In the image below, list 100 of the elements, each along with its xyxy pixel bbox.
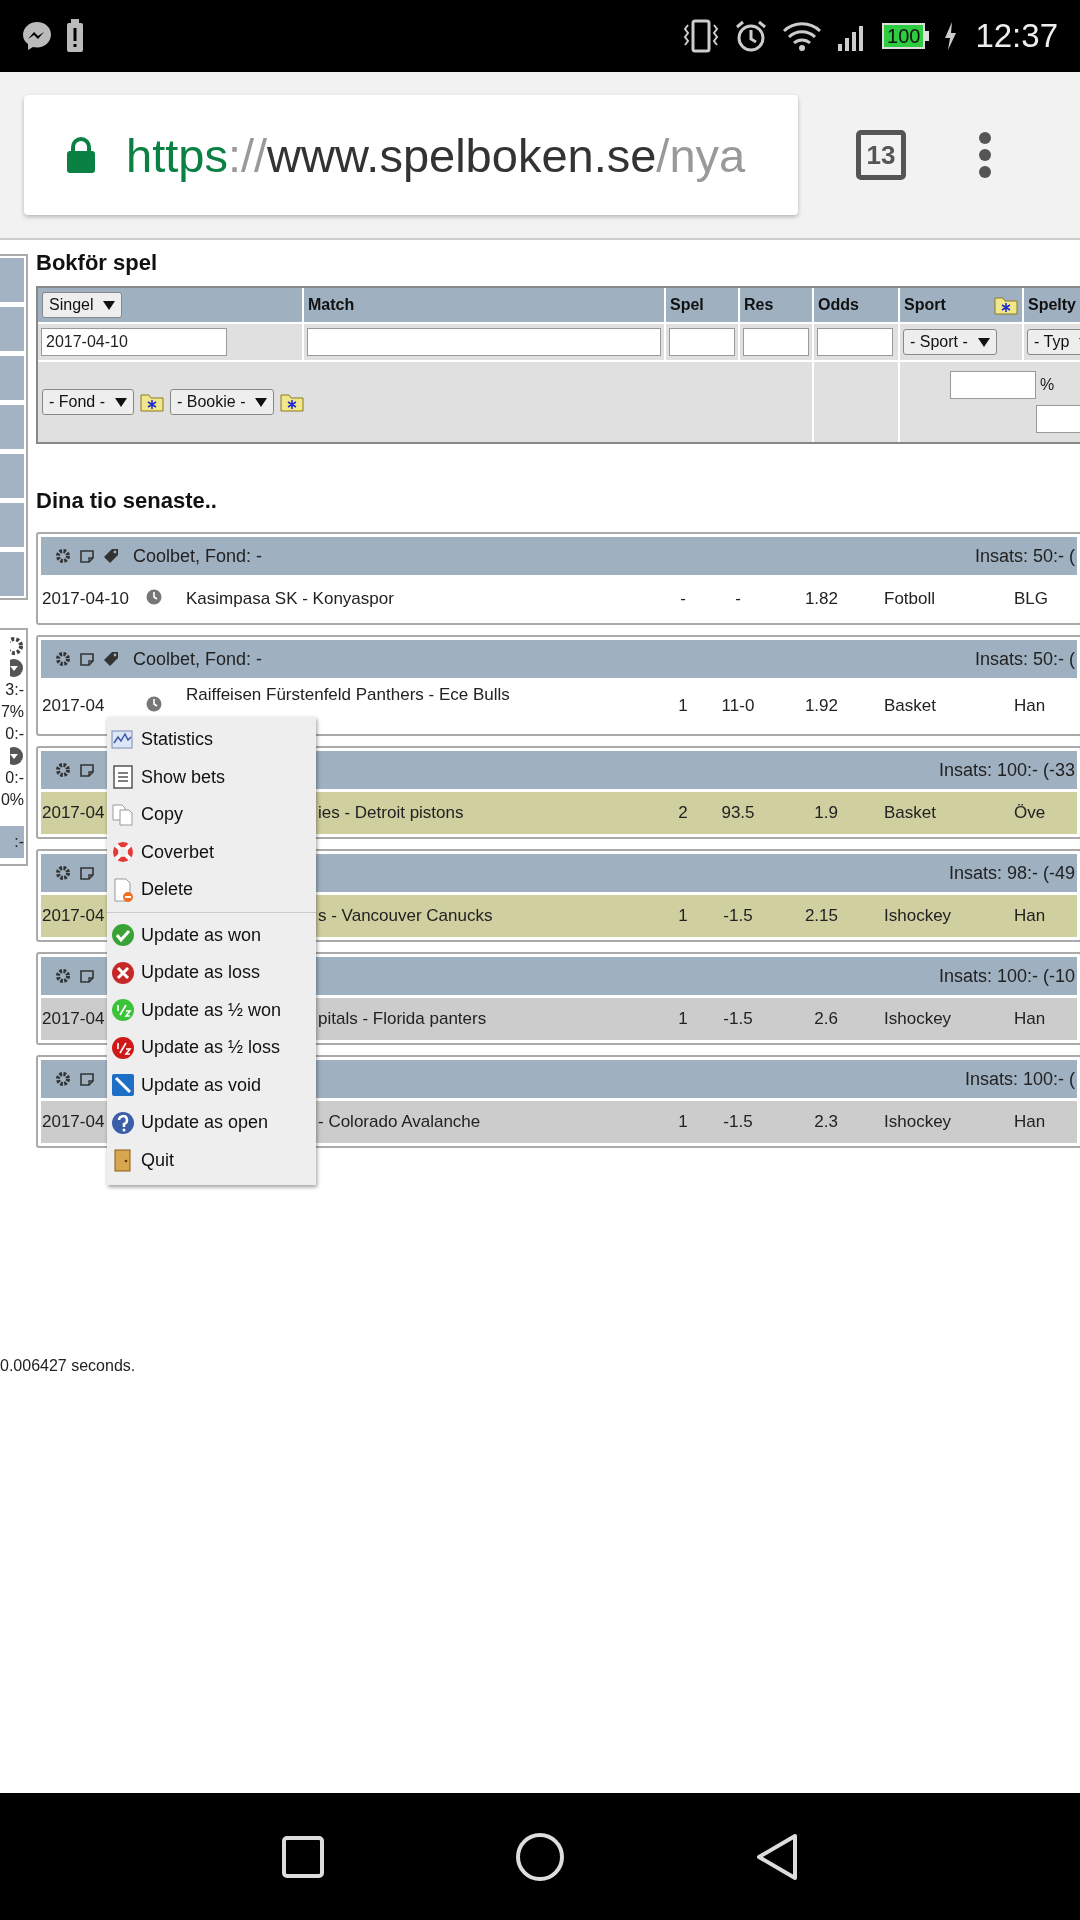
note-icon[interactable] — [79, 865, 95, 881]
result-text: - — [735, 589, 741, 609]
side-value: 0% — [0, 790, 24, 810]
section-title: Dina tio senaste.. — [36, 488, 218, 514]
stake-text: Insats: 50:- ( — [974, 648, 1075, 670]
sport-text: Ishockey — [884, 1009, 952, 1029]
match-text: ies - Detroit pistons — [318, 803, 464, 823]
address-bar[interactable]: https://www.spelboken.se/nya — [24, 95, 798, 215]
wifi-icon — [782, 20, 823, 52]
result-text: -1.5 — [723, 906, 753, 926]
type-dropdown[interactable]: - Typ — [1027, 329, 1080, 355]
note-icon[interactable] — [79, 762, 95, 778]
sport-text: Basket — [884, 696, 936, 716]
percent-label: % — [1040, 376, 1055, 394]
menu-item[interactable]: Coverbet — [107, 833, 316, 871]
home-icon[interactable] — [515, 1831, 565, 1882]
gear-icon[interactable] — [55, 1071, 71, 1087]
back-icon[interactable] — [755, 1832, 799, 1881]
menu-item[interactable]: Update as won — [107, 916, 316, 954]
bet-type-text: Han — [1014, 1009, 1046, 1029]
match-text: pitals - Florida panters — [318, 1009, 487, 1029]
bet-kind-dropdown[interactable]: Singel — [42, 292, 123, 318]
bookie-dropdown[interactable]: - Bookie - — [170, 389, 275, 415]
folder-icon[interactable] — [994, 295, 1018, 315]
menu-item[interactable]: Update as ½ loss — [107, 1029, 316, 1067]
match-text: Kasimpasa SK - Konyaspor — [186, 589, 394, 609]
vibrate-icon — [682, 19, 721, 53]
gear-icon[interactable] — [55, 865, 71, 881]
stake-text: Insats: 100:- (-10 — [938, 965, 1075, 987]
pick-text: 1 — [678, 1112, 688, 1132]
timing-text: 0.006427 seconds. — [0, 1357, 136, 1375]
folder-icon[interactable] — [280, 392, 305, 412]
gear-icon[interactable] — [55, 968, 71, 984]
match-text: s - Vancouver Canucks — [318, 906, 493, 926]
note-icon[interactable] — [79, 968, 95, 984]
menu-item[interactable]: Update as ½ won — [107, 991, 316, 1029]
cross-icon — [111, 960, 135, 985]
match-text: Raiffeisen Fürstenfeld Panthers - Ece Bulls — [186, 684, 510, 705]
text-field[interactable] — [669, 328, 735, 356]
stake-text: Insats: 100:- (-33 — [938, 759, 1075, 781]
gear-icon[interactable] — [55, 651, 71, 667]
date-text: 2017-04 — [42, 696, 105, 716]
menu-item[interactable]: Statistics — [107, 721, 316, 759]
fund-dropdown[interactable]: - Fond - — [42, 389, 134, 415]
menu-item[interactable]: Update as void — [107, 1066, 316, 1104]
side-value: :- — [0, 826, 24, 858]
gear-icon — [10, 636, 24, 656]
result-text: -1.5 — [723, 1009, 753, 1029]
note-icon[interactable] — [79, 1071, 95, 1087]
text-field[interactable] — [950, 371, 1036, 399]
date-text: 2017-04 — [42, 906, 105, 926]
text-field[interactable] — [743, 328, 809, 356]
menu-item[interactable]: Copy — [107, 796, 316, 834]
column-header: Sport — [904, 296, 946, 314]
menu-item[interactable]: Update as open — [107, 1104, 316, 1142]
sport-dropdown[interactable]: - Sport - — [903, 329, 997, 355]
menu-item[interactable]: Delete — [107, 871, 316, 909]
sport-text: Ishockey — [884, 1112, 952, 1132]
column-header: Spelty — [1028, 296, 1076, 314]
column-header: Odds — [818, 296, 859, 314]
tag-icon[interactable] — [103, 548, 119, 564]
recent-apps-icon[interactable] — [281, 1834, 325, 1879]
pick-text: 2 — [678, 803, 688, 823]
checkmark-icon — [111, 923, 135, 948]
pick-text: 1 — [678, 1009, 688, 1029]
delete-icon — [111, 877, 135, 902]
text-field[interactable] — [307, 328, 661, 356]
pick-text: 1 — [678, 906, 688, 926]
date-field[interactable]: 2017-04-10 — [41, 328, 227, 356]
side-value: 3:- — [5, 680, 24, 700]
battery-indicator: 100 — [882, 23, 930, 49]
odds-text: 2.3 — [814, 1112, 838, 1132]
caret-icon — [255, 397, 268, 407]
tag-icon[interactable] — [103, 651, 119, 667]
sport-text: Basket — [884, 803, 936, 823]
gear-icon[interactable] — [55, 548, 71, 564]
caret-icon — [103, 300, 116, 310]
date-text: 2017-04 — [42, 1112, 105, 1132]
gear-icon[interactable] — [55, 762, 71, 778]
messenger-icon — [22, 21, 52, 51]
charging-icon — [943, 21, 958, 51]
menu-item[interactable]: Update as loss — [107, 954, 316, 992]
result-text: -1.5 — [723, 1112, 753, 1132]
document-icon — [111, 765, 135, 790]
menu-item[interactable]: Show bets — [107, 758, 316, 796]
tab-count-button[interactable]: 13 — [856, 130, 906, 180]
menu-item[interactable]: Quit — [107, 1141, 316, 1179]
side-value: 0:- — [5, 724, 24, 744]
note-icon[interactable] — [79, 548, 95, 564]
date-text: 2017-04 — [42, 1009, 105, 1029]
note-icon[interactable] — [79, 651, 95, 667]
folder-icon[interactable] — [140, 392, 164, 412]
copy-icon — [111, 802, 135, 827]
odds-text: 2.15 — [804, 906, 838, 926]
bet-type-text: Han — [1014, 906, 1046, 926]
text-field[interactable] — [817, 328, 893, 356]
date-text: 2017-04-10 — [42, 589, 129, 609]
sport-text: Ishockey — [884, 906, 952, 926]
more-menu-icon[interactable] — [978, 131, 992, 179]
column-header: Res — [744, 296, 774, 314]
